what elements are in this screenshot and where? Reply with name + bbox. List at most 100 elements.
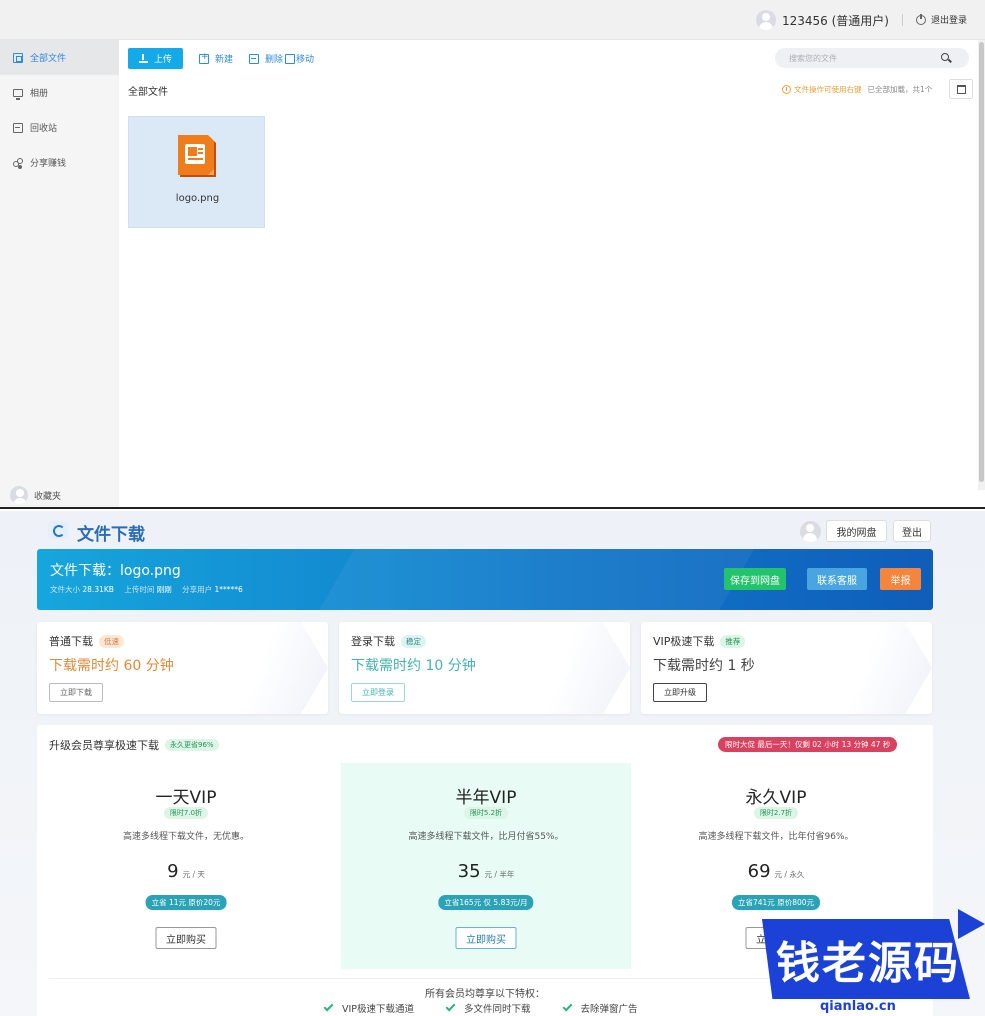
info-icon xyxy=(782,85,791,94)
speed-badge: 推荐 xyxy=(720,634,746,648)
file-banner: 文件下载：logo.png 文件大小 28.31KB 上传时间 刚刚 分享用户 … xyxy=(37,549,933,610)
card-header: VIP极速下载 推荐 xyxy=(653,633,746,649)
favorites-label: 收藏夹 xyxy=(34,491,62,502)
perk-label: VIP极速下载通道 xyxy=(342,1004,415,1015)
files-icon xyxy=(13,52,23,63)
plan-price: 69 元 / 永久 xyxy=(631,861,921,882)
login-now-button[interactable]: 立即登录 xyxy=(351,683,405,702)
move-button[interactable]: 移动 xyxy=(285,52,314,65)
buy-now-button[interactable]: 立即购买 xyxy=(455,927,517,949)
trash-icon xyxy=(13,122,23,133)
price-value: 9 xyxy=(167,861,179,882)
plan-savings: 立省 11元 原价20元 xyxy=(145,895,227,910)
perk-item: 去除弹窗广告 xyxy=(562,1001,638,1015)
share-user-value: 1*****6 xyxy=(214,585,243,594)
new-button[interactable]: 新建 xyxy=(199,52,233,65)
vip-download-card: VIP极速下载 推荐 下载需时约 1 秒 立即升级 xyxy=(641,622,932,714)
delete-label: 删除 xyxy=(265,55,284,65)
page-header: 文件下载 我的网盘 登出 xyxy=(0,511,985,549)
check-icon xyxy=(445,1001,456,1012)
logout-button[interactable]: 退出登录 xyxy=(915,13,967,26)
sidebar-item-favorites[interactable]: 收藏夹 xyxy=(0,483,119,507)
upload-time-label: 上传时间 xyxy=(124,585,155,594)
price-value: 35 xyxy=(457,861,481,882)
plan-card-half-year: 半年VIP 限时5.2折 高速多线程下载文件，比月付省55%。 35 元 / 半年… xyxy=(341,763,631,969)
price-unit: 元 / 永久 xyxy=(774,870,805,879)
sidebar-item-label: 回收站 xyxy=(30,124,58,134)
contact-service-button[interactable]: 联系客服 xyxy=(807,568,867,590)
perks-list: VIP极速下载通道 多文件同时下载 去除弹窗广告 xyxy=(323,1001,670,1015)
plan-discount: 限时7.0折 xyxy=(163,807,209,819)
buy-now-button[interactable]: 立即购买 xyxy=(155,927,217,949)
file-manager-window: 123456 (普通用户) 退出登录 全部文件 相册 回收站 分享赚钱 收藏夹 xyxy=(0,0,985,509)
plan-name: 一天VIP xyxy=(155,788,217,808)
logout-label: 退出登录 xyxy=(930,16,967,26)
normal-download-card: 普通下载 低速 下载需时约 60 分钟 立即下载 xyxy=(37,622,328,714)
download-now-button[interactable]: 立即下载 xyxy=(49,683,103,702)
size-label: 文件大小 xyxy=(50,585,80,594)
vip-panel-title: 升级会员尊享极速下载 永久更省96% xyxy=(49,737,219,753)
search-icon[interactable] xyxy=(941,53,949,61)
view-toggle-button[interactable] xyxy=(949,79,973,99)
sidebar-item-share-earn[interactable]: 分享赚钱 xyxy=(0,145,119,180)
download-time: 下载需时约 1 秒 xyxy=(653,658,755,674)
move-icon xyxy=(285,53,296,64)
size-value: 28.31KB xyxy=(82,585,114,594)
scrollbar[interactable] xyxy=(978,40,985,490)
plan-savings: 立省165元 仅 5.83元/月 xyxy=(438,895,534,910)
move-label: 移动 xyxy=(296,55,315,65)
file-tips: 文件操作可使用右键 已全部加载，共1个 xyxy=(782,84,932,95)
plan-discount: 限时2.7折 xyxy=(753,807,799,819)
user-menu[interactable]: 123456 (普通用户) xyxy=(756,10,889,30)
user-name: 123456 (普通用户) xyxy=(782,13,889,28)
sidebar-item-album[interactable]: 相册 xyxy=(0,75,119,110)
divider xyxy=(902,14,903,26)
card-title: 普通下载 xyxy=(49,635,93,648)
upload-button[interactable]: 上传 xyxy=(128,48,183,69)
watermark-url: qianlao.cn xyxy=(820,999,896,1014)
breadcrumb: 全部文件 xyxy=(128,87,168,98)
trash-icon xyxy=(249,53,260,64)
card-header: 登录下载 稳定 xyxy=(351,633,426,649)
page-title: 文件下载 xyxy=(77,525,145,545)
save-badge: 永久更省96% xyxy=(165,739,219,751)
plan-price: 35 元 / 半年 xyxy=(341,861,631,882)
toolbar: 上传 新建 删除 移动 xyxy=(128,48,314,69)
upgrade-now-button[interactable]: 立即升级 xyxy=(653,683,707,702)
avatar xyxy=(10,486,28,504)
sidebar-item-label: 分享赚钱 xyxy=(30,159,67,169)
file-item[interactable]: logo.png xyxy=(128,116,265,228)
check-icon xyxy=(323,1001,334,1012)
speed-badge: 低速 xyxy=(99,634,124,648)
avatar[interactable] xyxy=(800,521,821,542)
vip-title-text: 升级会员尊享极速下载 xyxy=(49,739,159,752)
sidebar-item-label: 全部文件 xyxy=(30,54,67,64)
save-to-disk-button[interactable]: 保存到网盘 xyxy=(724,568,786,590)
sidebar-item-recycle-bin[interactable]: 回收站 xyxy=(0,110,119,145)
search-input[interactable] xyxy=(775,48,969,68)
logout-button[interactable]: 登出 xyxy=(893,520,931,542)
plan-name: 半年VIP xyxy=(455,788,517,808)
watermark-title: 钱老源码 xyxy=(776,938,960,989)
download-time: 下载需时约 10 分钟 xyxy=(351,658,476,674)
file-meta: 文件大小 28.31KB 上传时间 刚刚 分享用户 1*****6 xyxy=(50,584,251,595)
perk-label: 多文件同时下载 xyxy=(464,1004,531,1015)
my-disk-button[interactable]: 我的网盘 xyxy=(826,520,887,542)
price-unit: 元 / 半年 xyxy=(484,870,515,879)
download-time: 下载需时约 60 分钟 xyxy=(49,658,174,674)
file-name: logo.png xyxy=(175,193,220,204)
upload-label: 上传 xyxy=(153,55,172,65)
right-click-hint: 文件操作可使用右键 xyxy=(794,85,862,94)
price-unit: 元 / 天 xyxy=(182,870,205,879)
plan-discount: 限时5.2折 xyxy=(463,807,509,819)
card-header: 普通下载 低速 xyxy=(49,633,124,649)
upload-time-value: 刚刚 xyxy=(156,585,172,594)
delete-button[interactable]: 删除 xyxy=(249,52,283,65)
login-download-card: 登录下载 稳定 下载需时约 10 分钟 立即登录 xyxy=(339,622,630,714)
perk-label: 去除弹窗广告 xyxy=(580,1004,638,1015)
report-button[interactable]: 举报 xyxy=(880,568,921,590)
price-value: 69 xyxy=(747,861,771,882)
sidebar-item-all-files[interactable]: 全部文件 xyxy=(0,40,119,75)
speed-badge: 稳定 xyxy=(401,634,426,648)
new-folder-icon xyxy=(199,52,209,64)
